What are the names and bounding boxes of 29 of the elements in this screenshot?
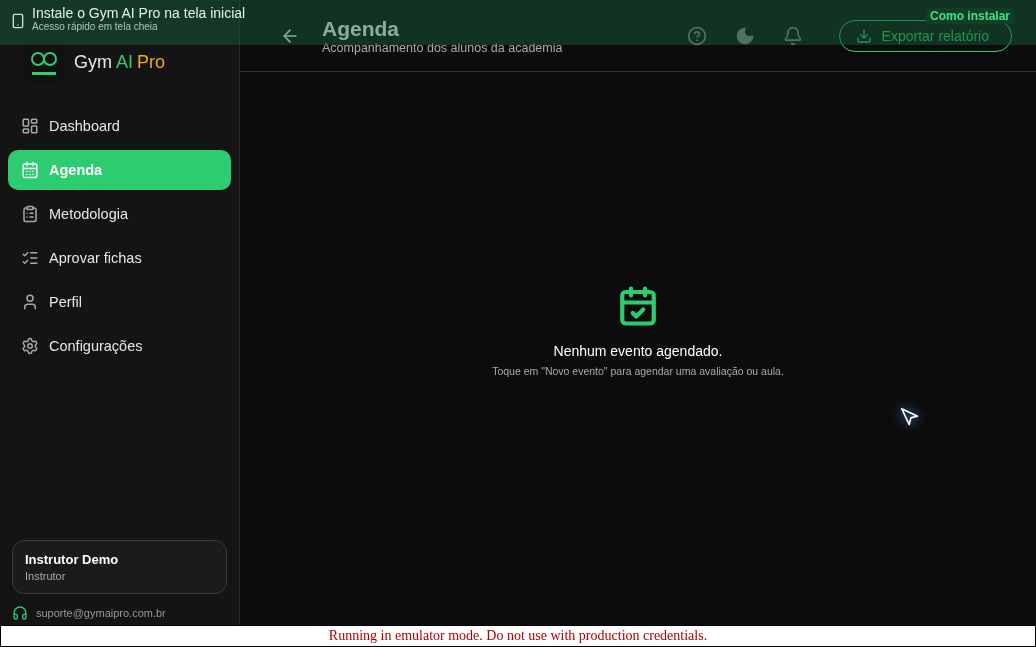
settings-icon — [21, 337, 39, 355]
banner-title: Instale o Gym AI Pro na tela inicial — [32, 5, 246, 21]
calendar-check-icon — [617, 284, 659, 327]
sidebar-item[interactable]: Dashboard — [8, 106, 231, 146]
dashboard-icon — [21, 117, 39, 135]
empty-message: Toque em "Novo evento" para agendar uma avaliação ou aula. — [492, 364, 784, 377]
install-link[interactable]: Como instalar — [926, 8, 1014, 24]
emulator-notice: Running in emulator mode. Do not use with production credentials. — [328, 628, 708, 644]
banner-subtitle: Acesso rápido em tela cheia — [32, 21, 158, 32]
checklist-icon — [21, 249, 39, 267]
headset-icon — [12, 605, 28, 621]
pointer-icon — [900, 407, 920, 427]
empty-title: Nenhum evento agendado. — [553, 342, 723, 359]
calendar-icon — [21, 161, 39, 179]
user-role: Instrutor — [25, 570, 67, 582]
user-card[interactable]: Instrutor Demo Instrutor — [12, 540, 227, 594]
sidebar-item[interactable]: Metodologia — [8, 194, 231, 234]
sidebar-item[interactable]: Aprovar fichas — [8, 238, 231, 278]
support-email[interactable]: suporte@gymaipro.com.br — [36, 607, 166, 619]
page-title: Agenda — [322, 16, 400, 41]
user-icon — [21, 293, 39, 311]
sidebar-item[interactable]: Perfil — [8, 282, 231, 322]
user-name: Instrutor Demo — [25, 552, 120, 567]
phone-icon — [10, 13, 26, 29]
sidebar-item[interactable]: Configurações — [8, 326, 231, 366]
page-subtitle: Acompanhamento dos alunos da academia — [322, 40, 564, 55]
download-icon — [855, 27, 872, 44]
clipboard-icon — [21, 205, 39, 223]
brand-name: Gym AI Pro — [74, 51, 166, 73]
